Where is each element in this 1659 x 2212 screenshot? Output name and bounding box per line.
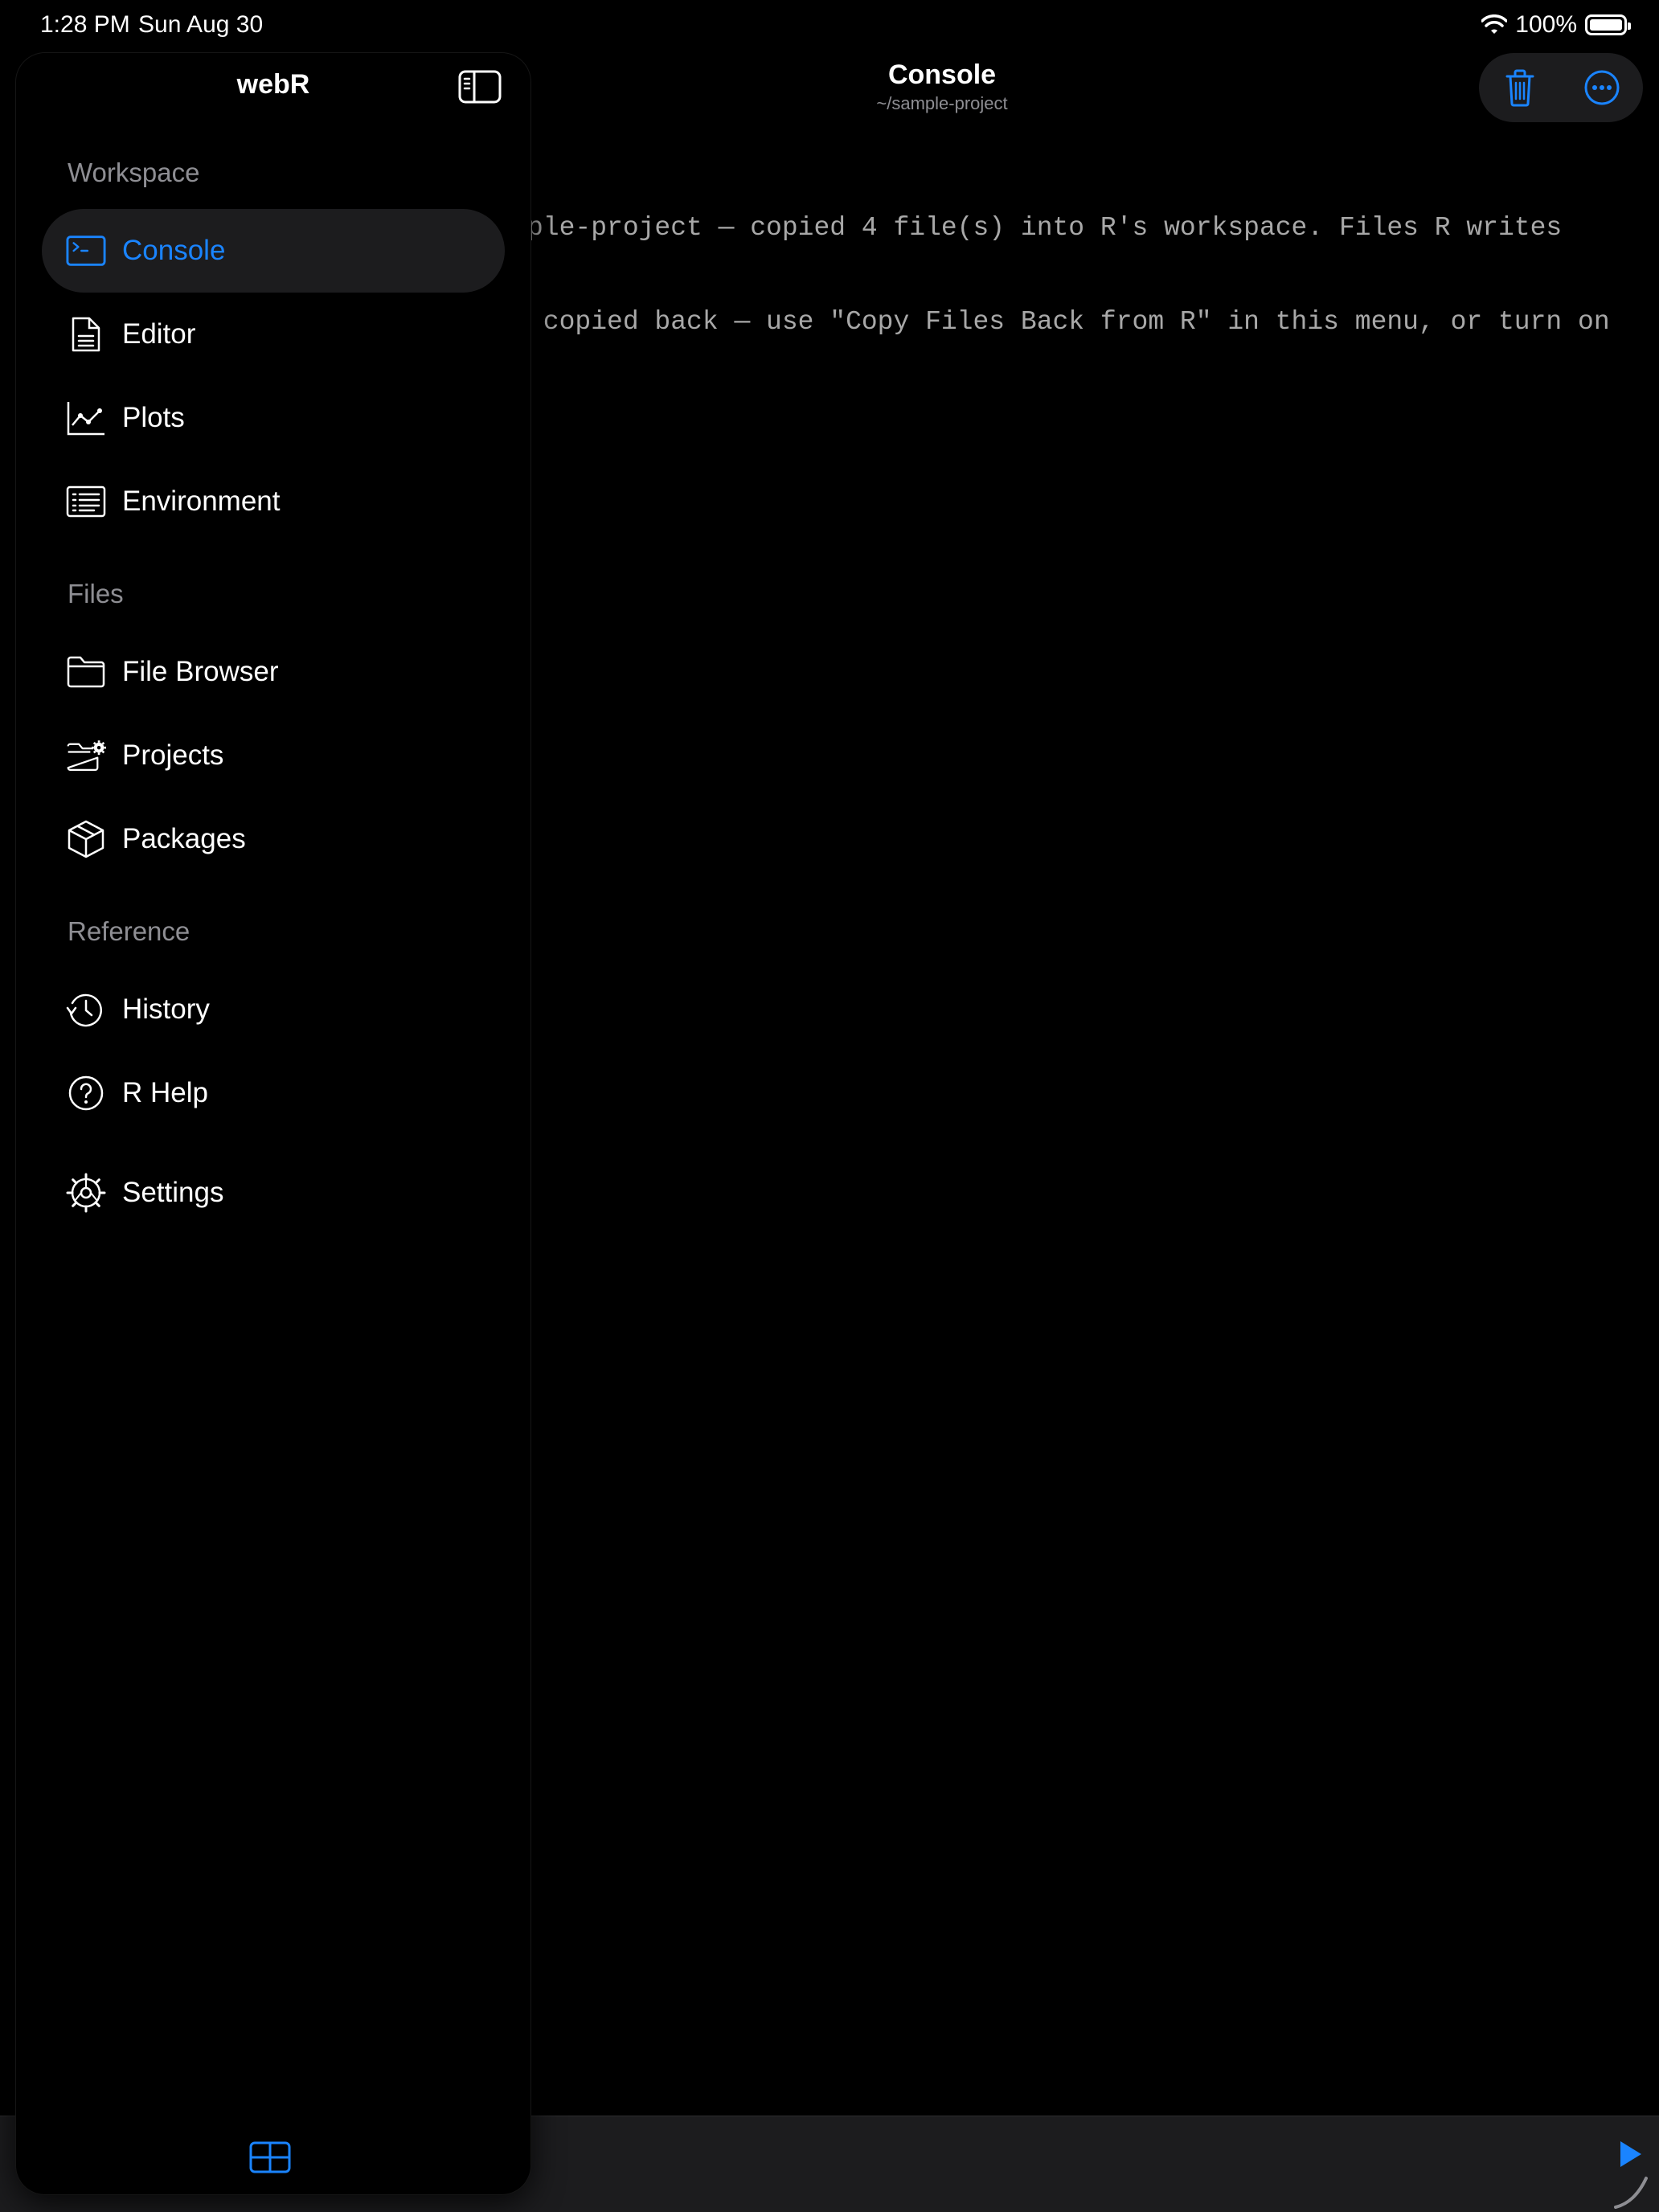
sidebar-item-label: Settings: [122, 1177, 224, 1208]
folder-gear-icon: [66, 736, 106, 775]
sidebar-item-label: Projects: [122, 739, 224, 771]
sidebar-item-label: File Browser: [122, 656, 279, 687]
sidebar-item-label: Packages: [122, 823, 246, 854]
sidebar-item-label: R Help: [122, 1077, 208, 1108]
section-header-files: Files: [68, 579, 124, 608]
sidebar-item-projects[interactable]: Projects: [42, 714, 505, 797]
run-icon[interactable]: [1614, 2138, 1646, 2170]
sidebar-item-label: Editor: [122, 318, 196, 350]
page-title: Console: [887, 59, 997, 90]
sidebar-item-label: History: [122, 993, 210, 1025]
ellipsis-circle-icon: [1584, 70, 1620, 105]
line-chart-icon: [66, 399, 106, 437]
resize-handle-icon[interactable]: [1611, 2170, 1651, 2210]
wifi-icon: [1481, 14, 1508, 34]
sidebar-item-file-browser[interactable]: File Browser: [42, 630, 505, 714]
grid-icon[interactable]: [249, 2141, 291, 2173]
list-icon: [66, 482, 106, 521]
question-circle-icon: [66, 1074, 106, 1112]
sidebar-item-label: Console: [122, 235, 226, 266]
document-icon: [66, 315, 106, 354]
more-options-button[interactable]: [1578, 63, 1626, 112]
folder-icon: [66, 653, 106, 691]
sidebar-toggle-icon[interactable]: [458, 69, 502, 104]
status-date: Sun Aug 30: [138, 11, 264, 38]
sidebar-item-r-help[interactable]: R Help: [42, 1051, 505, 1135]
sidebar: webR Workspace Console Editor Plots Envi…: [16, 53, 530, 2194]
battery-icon: [1585, 14, 1631, 35]
toolbar: [1479, 53, 1643, 122]
sidebar-item-environment[interactable]: Environment: [42, 460, 505, 543]
section-header-reference: Reference: [68, 916, 190, 946]
sidebar-item-packages[interactable]: Packages: [42, 797, 505, 881]
gear-icon: [66, 1173, 106, 1213]
package-icon: [66, 820, 106, 858]
history-icon: [66, 990, 106, 1029]
sidebar-item-settings[interactable]: Settings: [42, 1151, 505, 1235]
sidebar-item-plots[interactable]: Plots: [42, 376, 505, 460]
status-bar: 1:28 PM Sun Aug 30 100%: [0, 0, 1659, 51]
page-subtitle: ~/sample-project: [876, 93, 1008, 113]
console-output: ple-project — copied 4 file(s) into R's …: [527, 150, 1636, 369]
console-line: ple-project — copied 4 file(s) into R's …: [527, 213, 1563, 243]
sidebar-item-console[interactable]: Console: [42, 209, 505, 293]
section-header-workspace: Workspace: [68, 158, 200, 187]
status-indicators: 100%: [1481, 11, 1631, 39]
console-line: copied back — use "Copy Files Back from …: [527, 307, 1610, 337]
battery-percent: 100%: [1515, 11, 1577, 38]
sidebar-item-label: Environment: [122, 485, 281, 517]
status-time: 1:28 PM: [40, 11, 130, 38]
clear-console-button[interactable]: [1496, 63, 1544, 112]
sidebar-item-editor[interactable]: Editor: [42, 293, 505, 376]
trash-icon: [1505, 69, 1534, 107]
sidebar-item-history[interactable]: History: [42, 968, 505, 1051]
terminal-icon: [66, 231, 106, 270]
sidebar-title: webR: [236, 69, 310, 100]
sidebar-item-label: Plots: [122, 402, 185, 433]
